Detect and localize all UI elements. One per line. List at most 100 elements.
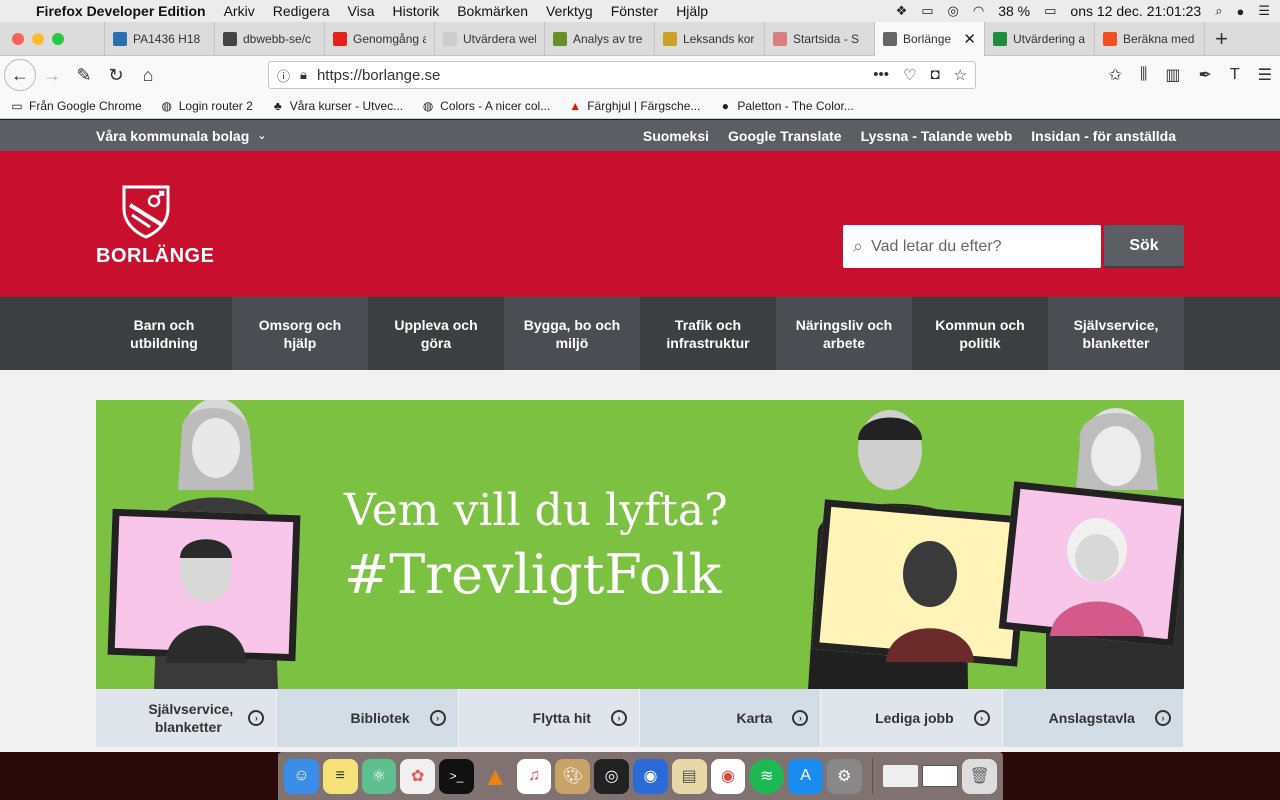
browser-tab[interactable]: Beräkna med [1094,22,1204,56]
app-store-icon[interactable]: A [788,758,823,794]
zoom-window-button[interactable] [52,32,64,45]
battery-icon[interactable]: ▭ [1044,3,1056,19]
bookmark-item[interactable]: ▲ Färghjul | Färgsche... [568,99,700,113]
new-tab-button[interactable]: + [1204,22,1238,55]
page-actions-icon[interactable]: ••• [873,66,889,84]
lightbulb-icon[interactable]: ♡ [903,66,916,84]
notification-center-icon[interactable]: ☰ [1258,3,1270,19]
quicklink-flytta-hit[interactable]: Flytta hit › [458,689,640,747]
timemachine-icon[interactable]: ◎ [948,3,959,19]
browser-tab[interactable]: Leksands kor [654,22,764,56]
nav-naringsliv-och-arbete[interactable]: Näringsliv och arbete [776,297,912,370]
siri-icon[interactable]: ● [1236,4,1244,19]
nav-sjalvservice-blanketter[interactable]: Självservice, blanketter [1048,297,1184,370]
menu-bokmarken[interactable]: Bokmärken [457,3,528,19]
quicklink-karta[interactable]: Karta › [639,689,822,747]
airplay-icon[interactable]: ▭ [921,3,933,19]
bookmark-star-icon[interactable]: ☆ [954,66,967,84]
wifi-icon[interactable]: ◠ [973,3,984,19]
menu-fonster[interactable]: Fönster [611,3,658,19]
lock-icon[interactable]: 🔒︎ [300,67,307,83]
atom-icon[interactable]: ⚛ [361,758,397,794]
link-google-translate[interactable]: Google Translate [728,128,842,144]
itunes-icon[interactable]: ♫ [516,758,552,794]
library-star-icon[interactable]: ✩ [1109,65,1122,85]
search-button[interactable]: Sök [1104,225,1184,266]
clock[interactable]: ons 12 dec. 21:01:23 [1070,3,1201,19]
browser-tab[interactable]: Genomgång a [324,22,434,56]
nav-trafik-och-infrastruktur[interactable]: Trafik och infrastruktur [640,297,776,370]
municipal-companies-dropdown[interactable]: Våra kommunala bolag ⌄ [96,128,267,144]
info-icon[interactable]: ⓘ [277,66,290,85]
nav-omsorg-och-hjalp[interactable]: Omsorg och hjälp [232,297,368,370]
minimize-window-button[interactable] [32,32,44,45]
obs-icon[interactable]: ◎ [594,758,630,794]
browser-tab[interactable]: Analys av tre [544,22,654,56]
bookmark-item[interactable]: ◍ Login router 2 [160,99,252,113]
sidebar-icon[interactable]: ▥ [1165,65,1180,85]
bookmark-item[interactable]: ● Paletton - The Color... [718,99,854,113]
spotify-icon[interactable]: ≋ [749,758,785,794]
quicklink-lediga-jobb[interactable]: Lediga jobb › [821,689,1003,747]
nav-barn-och-utbildning[interactable]: Barn och utbildning [96,297,232,370]
reload-button[interactable]: ↻ [100,59,132,91]
search-input[interactable]: ⌕ Vad letar du efter? [843,225,1101,268]
menu-arkiv[interactable]: Arkiv [224,3,255,19]
quicklink-anslagstavla[interactable]: Anslagstavla › [1002,689,1184,747]
eyedropper-icon[interactable]: ✒ [1198,65,1211,85]
pocket-icon[interactable]: ◘ [930,66,939,84]
preview-icon[interactable]: ▤ [671,758,707,794]
quicklink-sjalvservice[interactable]: Självservice, blanketter › [96,689,278,747]
chrome-icon[interactable]: ◉ [710,758,746,794]
library-icon[interactable]: ⫼ [1140,66,1147,84]
link-talande-webb[interactable]: Lyssna - Talande webb [861,128,1013,144]
dropbox-icon[interactable]: ❖ [896,3,908,19]
browser-tab[interactable]: Utvärdera webbp [434,22,544,56]
vlc-icon[interactable]: ▲ [478,759,513,794]
text-icon[interactable]: T [1230,66,1240,84]
app-name-menu[interactable]: Firefox Developer Edition [36,3,206,19]
browser-tab[interactable]: PA1436 H18 [104,22,214,56]
address-bar[interactable]: ⓘ 🔒︎ https://borlange.se ••• ♡ ◘ ☆ [268,61,976,89]
forward-button[interactable]: → [36,59,68,91]
menu-visa[interactable]: Visa [348,3,375,19]
photos-icon[interactable]: ✿ [400,758,436,794]
menu-hjalp[interactable]: Hjälp [676,3,708,19]
firefox-icon[interactable]: ◉ [633,758,668,794]
bookmark-item[interactable]: ◍ Colors - A nicer col... [421,99,550,113]
spotlight-icon[interactable]: ⌕ [1215,3,1222,19]
link-insidan[interactable]: Insidan - för anställda [1031,128,1176,144]
terminal-icon[interactable]: >_ [439,758,474,794]
browser-tab[interactable]: dbwebb-se/c [214,22,324,56]
trash-icon[interactable]: 🗑︎ [962,758,998,794]
notes-icon[interactable]: ≡ [322,758,358,794]
system-preferences-icon[interactable]: ⚙ [826,758,862,794]
browser-tab[interactable]: Borlänge ✕ [874,22,984,56]
wrench-icon[interactable]: ✎ [68,59,100,91]
quicklink-bibliotek[interactable]: Bibliotek › [277,689,459,747]
close-window-button[interactable] [12,32,24,45]
battery-percent[interactable]: 38 % [998,3,1030,19]
hamburger-menu-icon[interactable]: ☰ [1258,65,1272,85]
minimized-window-icon[interactable] [882,765,919,787]
nav-bygga-bo-och-miljo[interactable]: Bygga, bo och miljö [504,297,640,370]
home-button[interactable]: ⌂ [132,59,164,91]
back-button[interactable]: ← [4,59,36,91]
menu-verktyg[interactable]: Verktyg [546,3,593,19]
url-text[interactable]: https://borlange.se [317,67,863,84]
hero-banner[interactable]: Vem vill du lyfta? #TrevligtFolk [96,400,1184,690]
nav-uppleva-och-gora[interactable]: Uppleva och göra [368,297,504,370]
link-suomeksi[interactable]: Suomeksi [643,128,709,144]
menu-redigera[interactable]: Redigera [273,3,330,19]
browser-tab[interactable]: Startsida - S [764,22,874,56]
finder-icon[interactable]: ☺ [284,758,319,794]
bookmark-item[interactable]: ♣ Våra kurser - Utvec... [271,99,403,113]
close-tab-icon[interactable]: ✕ [963,30,976,48]
nav-kommun-och-politik[interactable]: Kommun och politik [912,297,1048,370]
menu-historik[interactable]: Historik [393,3,440,19]
browser-tab[interactable]: Utvärdering a [984,22,1094,56]
borlange-logo[interactable]: BORLÄNGE [96,183,214,268]
paint-icon[interactable]: 🎨︎ [555,758,591,794]
bookmark-folder[interactable]: ▭ Från Google Chrome [10,99,141,113]
minimized-window-icon[interactable] [922,765,959,787]
